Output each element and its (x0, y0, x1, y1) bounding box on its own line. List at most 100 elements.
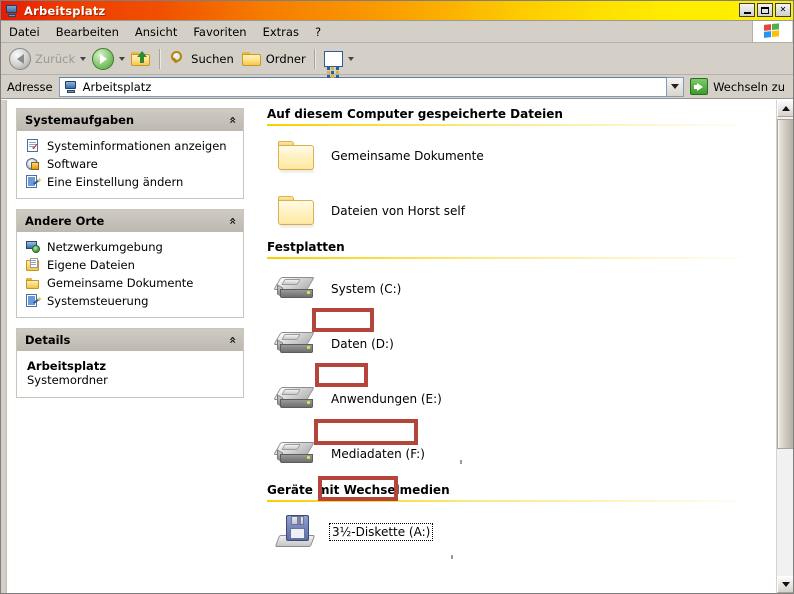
file-list-pane: Auf diesem Computer gespeicherte Dateien… (255, 100, 793, 593)
folders-button[interactable]: Ordner (238, 46, 310, 72)
maximize-button[interactable] (757, 3, 773, 17)
computer-icon (4, 3, 20, 19)
folder-icon (277, 139, 317, 173)
hard-disk-icon (273, 384, 317, 414)
panel-body-andere-orte: Netzwerkumgebung Eigene Dateien Gemeinsa… (17, 232, 243, 317)
item-label: Gemeinsame Dokumente (331, 148, 484, 163)
item-label: 3½-Diskette (A:) (328, 522, 434, 541)
task-systeminformationen[interactable]: ✓ Systeminformationen anzeigen (25, 137, 237, 155)
chevron-up-icon[interactable]: « (226, 336, 240, 344)
place-label: Eigene Dateien (47, 258, 135, 272)
task-label: Systeminformationen anzeigen (47, 139, 227, 153)
panel-header-systemaufgaben[interactable]: Systemaufgaben « (17, 109, 243, 131)
task-einstellung-aendern[interactable]: ✦ Eine Einstellung ändern (25, 173, 237, 191)
address-dropdown-button[interactable] (667, 76, 685, 97)
views-grid-icon (323, 50, 343, 78)
chevron-down-icon (671, 84, 680, 89)
place-label: Netzwerkumgebung (47, 240, 163, 254)
item-label: Anwendungen (E:) (331, 391, 442, 406)
menu-item-hilfe[interactable]: ? (307, 23, 329, 41)
folder-icon (277, 194, 317, 228)
panel-header-andere-orte[interactable]: Andere Orte « (17, 210, 243, 232)
close-button[interactable]: ✕ (775, 3, 791, 17)
arrow-right-icon (92, 47, 115, 70)
forward-history-chevron-down-icon[interactable] (119, 56, 126, 61)
list-item[interactable]: Dateien von Horst self (271, 183, 793, 238)
section-wechselmedien: Geräte mit Wechselmedien 3½-Diskette (A:… (267, 481, 793, 559)
task-label: Software (47, 157, 98, 171)
system-info-icon: ✓ (25, 138, 41, 154)
up-button[interactable] (127, 46, 155, 72)
item-label: Dateien von Horst self (331, 203, 465, 218)
list-item[interactable]: Gemeinsame Dokumente (271, 128, 793, 183)
panel-body-systemaufgaben: ✓ Systeminformationen anzeigen Software … (17, 131, 243, 198)
task-software[interactable]: Software (25, 155, 237, 173)
folder-icon (241, 51, 262, 67)
vertical-scroll-thumb[interactable] (777, 119, 793, 449)
menu-item-datei[interactable]: Datei (1, 23, 48, 41)
section-items: Gemeinsame Dokumente Dateien von Horst s… (267, 128, 793, 238)
search-button[interactable]: Suchen (165, 46, 238, 72)
my-documents-icon (25, 257, 41, 273)
place-label: Systemsteuerung (47, 294, 149, 308)
artifact-dot (460, 460, 462, 464)
minimize-button[interactable] (739, 3, 755, 17)
section-divider (267, 124, 761, 126)
item-label: Daten (D:) (331, 336, 394, 351)
scroll-down-icon[interactable] (777, 576, 793, 593)
task-label: Eine Einstellung ändern (47, 175, 184, 189)
window-controls: ✕ (739, 3, 791, 17)
details-type: Systemordner (27, 373, 108, 387)
section-heading: Auf diesem Computer gespeicherte Dateien (267, 107, 563, 121)
hard-disk-icon (273, 329, 317, 359)
panel-andere-orte: Andere Orte « Netzwerkumgebung Eigene Da… (16, 209, 244, 318)
menu-item-extras[interactable]: Extras (255, 23, 307, 41)
forward-button[interactable] (88, 46, 118, 72)
back-history-chevron-down-icon[interactable] (80, 56, 87, 61)
menu-item-ansicht[interactable]: Ansicht (127, 23, 185, 41)
go-label: Wechseln zu (713, 79, 785, 94)
place-systemsteuerung[interactable]: ✦ Systemsteuerung (25, 292, 237, 310)
computer-icon (63, 79, 79, 95)
chevron-up-icon[interactable]: « (226, 116, 240, 124)
section-gespeicherte-dateien: Auf diesem Computer gespeicherte Dateien… (267, 105, 793, 238)
item-label: Mediadaten (F:) (331, 446, 425, 461)
arrow-left-icon (9, 47, 31, 70)
section-festplatten: Festplatten System (C:) Daten (D:) Anwen… (267, 238, 793, 481)
scroll-up-icon[interactable] (777, 100, 793, 117)
network-icon (25, 239, 41, 255)
list-item[interactable]: System (C:) (271, 261, 793, 316)
folder-up-icon (131, 50, 151, 67)
chevron-up-icon[interactable]: « (226, 217, 240, 225)
item-label: System (C:) (331, 281, 402, 296)
menu-item-bearbeiten[interactable]: Bearbeiten (48, 23, 127, 41)
address-input[interactable]: Arbeitsplatz (58, 76, 668, 97)
go-arrow-icon (690, 78, 709, 95)
back-label: Zurück (35, 51, 76, 66)
place-netzwerkumgebung[interactable]: Netzwerkumgebung (25, 238, 237, 256)
list-item[interactable]: 3½-Diskette (A:) (271, 504, 793, 559)
panel-title: Details (25, 333, 71, 347)
views-chevron-down-icon[interactable] (347, 56, 354, 61)
window-body: Systemaufgaben « ✓ Systeminformationen a… (1, 99, 793, 593)
back-button[interactable]: Zurück (5, 46, 79, 72)
place-label: Gemeinsame Dokumente (47, 276, 194, 290)
section-heading: Geräte mit Wechselmedien (267, 483, 450, 497)
place-gemeinsame-dokumente[interactable]: Gemeinsame Dokumente (25, 274, 237, 292)
menu-item-favoriten[interactable]: Favoriten (185, 23, 254, 41)
address-value: Arbeitsplatz (82, 79, 152, 94)
list-item[interactable]: Anwendungen (E:) (271, 371, 793, 426)
place-eigene-dateien[interactable]: Eigene Dateien (25, 256, 237, 274)
panel-header-details[interactable]: Details « (17, 329, 243, 351)
go-button[interactable]: Wechseln zu (690, 78, 793, 95)
software-icon (25, 156, 41, 172)
vertical-scrollbar[interactable] (776, 100, 793, 593)
search-label: Suchen (191, 51, 234, 66)
section-divider (267, 257, 761, 259)
list-item[interactable]: Mediadaten (F:) (271, 426, 793, 481)
window-title: Arbeitsplatz (24, 3, 106, 18)
title-bar[interactable]: Arbeitsplatz ✕ (1, 1, 793, 21)
explorer-window: Arbeitsplatz ✕ Datei Bearbeiten Ansicht … (0, 0, 794, 594)
views-button[interactable] (320, 46, 347, 78)
list-item[interactable]: Daten (D:) (271, 316, 793, 371)
